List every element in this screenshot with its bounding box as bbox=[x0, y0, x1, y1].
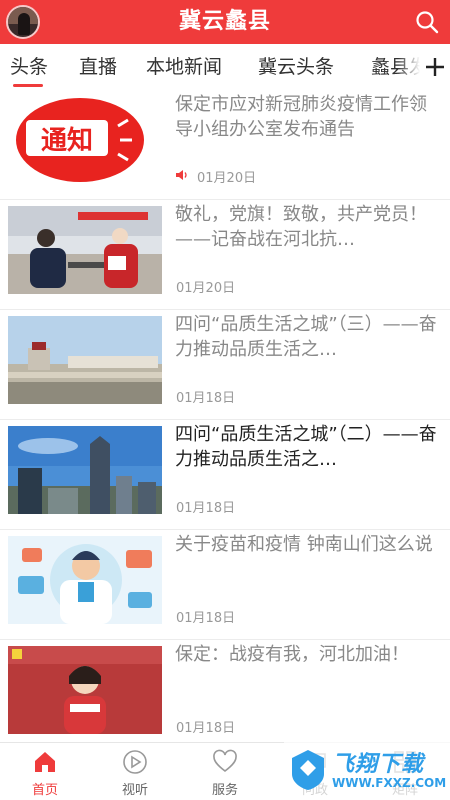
heart-icon bbox=[213, 749, 237, 773]
news-item[interactable]: 四问“品质生活之城”（三）——奋力推动品质生活之… 01月18日 bbox=[0, 310, 450, 420]
play-icon bbox=[123, 750, 147, 774]
notice-thumb-text: 通知 bbox=[41, 126, 93, 156]
nav-label: 视听 bbox=[121, 783, 148, 798]
watermark: 飞翔下载 WWW.FXXZ.COM bbox=[284, 742, 450, 800]
tab-live[interactable]: 直播 bbox=[79, 44, 117, 90]
news-title: 四问“品质生活之城”（三）——奋力推动品质生活之… bbox=[175, 314, 437, 360]
news-date: 01月18日 bbox=[176, 721, 236, 736]
nav-media[interactable]: 视听 bbox=[90, 743, 180, 800]
news-thumbnail bbox=[8, 206, 162, 294]
top-bar: 冀云蠡县 bbox=[0, 0, 450, 44]
news-item[interactable]: 关于疫苗和疫情 钟南山们这么说 01月18日 bbox=[0, 530, 450, 640]
tab-jiyun-headlines[interactable]: 冀云头条 bbox=[258, 44, 334, 90]
tab-local-news[interactable]: 本地新闻 bbox=[146, 44, 222, 90]
news-item[interactable]: 通知 保定市应对新冠肺炎疫情工作领导小组办公室发布通告 01月20日 bbox=[0, 90, 450, 200]
watermark-text: 飞翔下载 bbox=[332, 752, 425, 777]
nav-label: 首页 bbox=[31, 783, 58, 798]
news-date: 01月18日 bbox=[176, 611, 236, 626]
news-feed: 通知 保定市应对新冠肺炎疫情工作领导小组办公室发布通告 01月20日 敬礼，党旗… bbox=[0, 90, 450, 742]
home-icon bbox=[35, 752, 55, 772]
nav-home[interactable]: 首页 bbox=[0, 743, 90, 800]
speaker-icon bbox=[176, 170, 187, 180]
news-date: 01月18日 bbox=[176, 391, 236, 406]
news-thumbnail bbox=[8, 536, 162, 624]
search-icon[interactable] bbox=[414, 9, 440, 35]
news-thumbnail bbox=[8, 316, 162, 404]
watermark-logo-icon bbox=[292, 750, 324, 790]
news-date: 01月20日 bbox=[176, 281, 236, 296]
add-channel-icon[interactable] bbox=[420, 44, 450, 90]
news-date: 01月18日 bbox=[176, 501, 236, 516]
news-title: 保定：战疫有我，河北加油！ bbox=[175, 644, 409, 665]
channel-tabs: 头条 直播 本地新闻 冀云头条 蠡县发 bbox=[0, 44, 450, 90]
nav-label: 服务 bbox=[211, 783, 238, 798]
news-thumbnail: 通知 bbox=[8, 96, 162, 184]
nav-services[interactable]: 服务 bbox=[180, 743, 270, 800]
news-item[interactable]: 保定：战疫有我，河北加油！ 01月18日 bbox=[0, 640, 450, 742]
news-thumbnail bbox=[8, 646, 162, 734]
news-item[interactable]: 敬礼，党旗！致敬，共产党员！——记奋战在河北抗… 01月20日 bbox=[0, 200, 450, 310]
news-thumbnail bbox=[8, 426, 162, 514]
news-title: 保定市应对新冠肺炎疫情工作领导小组办公室发布通告 bbox=[175, 94, 427, 140]
active-tab-indicator bbox=[13, 84, 43, 87]
news-title: 敬礼，党旗！致敬，共产党员！——记奋战在河北抗… bbox=[175, 204, 427, 250]
news-date: 01月20日 bbox=[197, 171, 257, 186]
news-item[interactable]: 四问“品质生活之城”（二）——奋力推动品质生活之… 01月18日 bbox=[0, 420, 450, 530]
news-title: 关于疫苗和疫情 钟南山们这么说 bbox=[175, 534, 433, 555]
news-title: 四问“品质生活之城”（二）——奋力推动品质生活之… bbox=[175, 424, 437, 470]
app-title: 冀云蠡县 bbox=[178, 9, 271, 34]
watermark-url: WWW.FXXZ.COM bbox=[332, 776, 447, 790]
